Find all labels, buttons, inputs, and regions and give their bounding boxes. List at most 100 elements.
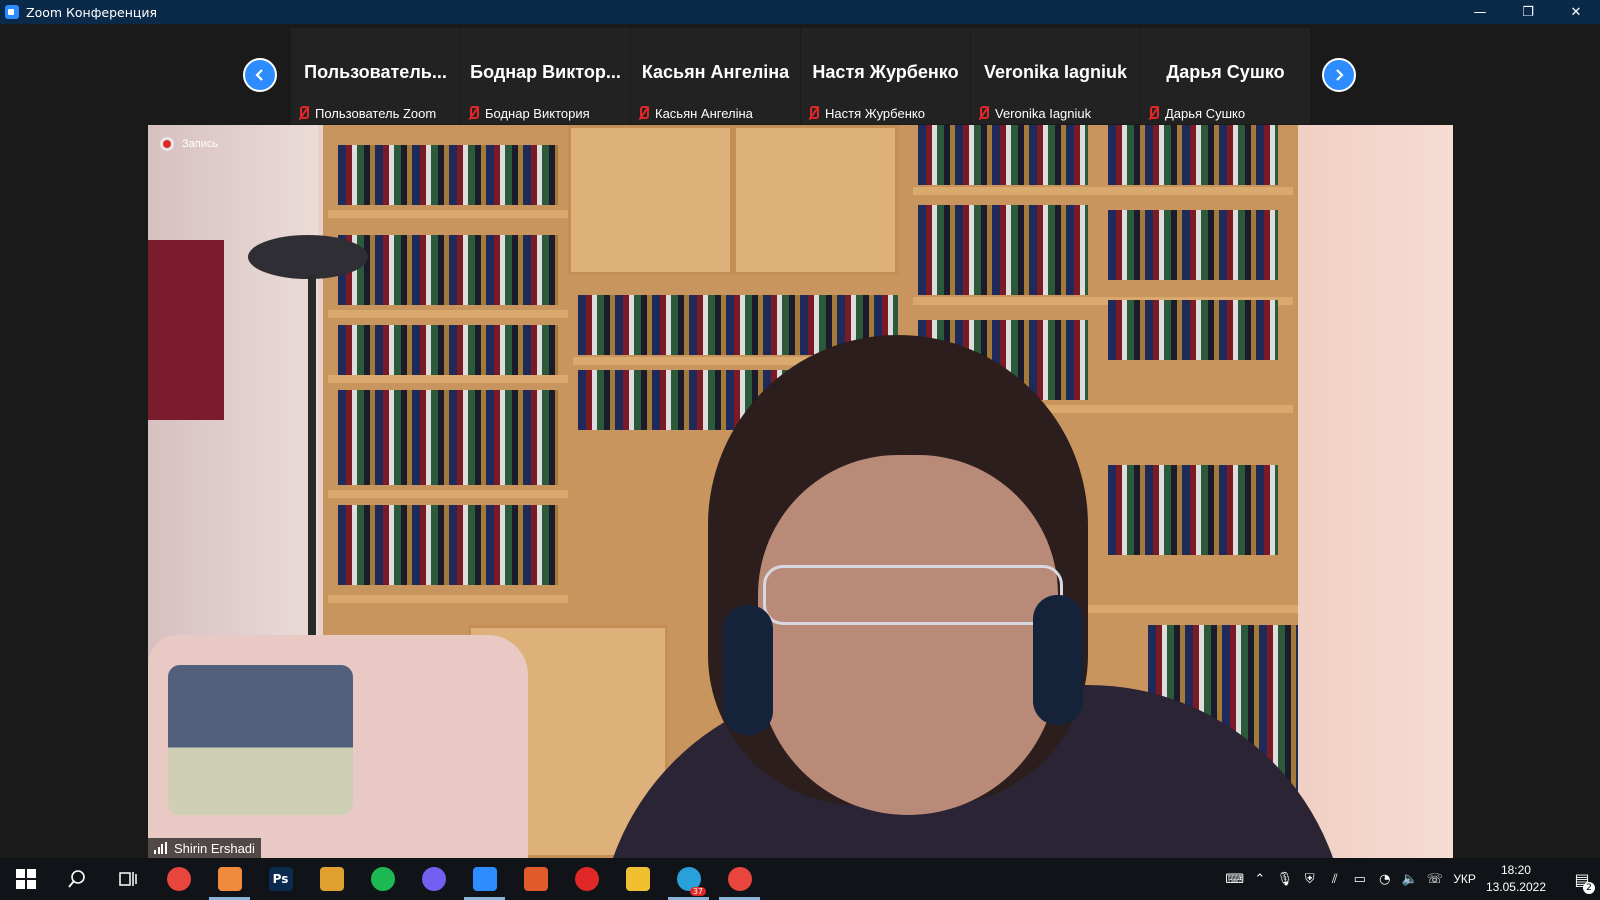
spotify-icon [370,867,395,891]
wifi-icon[interactable]: ◔ [1372,858,1397,900]
books [338,235,558,305]
books [918,205,1088,295]
search-icon [67,870,85,888]
file-explorer-icon [625,867,650,891]
speaker-glasses [763,565,1063,625]
notifications-button[interactable]: ▤ 2 [1564,858,1600,900]
participant-tile[interactable]: Касьян Ангеліна Касьян Ангеліна [631,28,801,124]
security-icon[interactable]: ⛨ [1297,858,1322,900]
record-icon [160,137,174,151]
wall-hanging [148,240,224,420]
participant-display-name: Veronika Iagniuk [983,62,1128,82]
participant-display-name: Настя Журбенко [812,62,959,82]
books [1108,125,1278,185]
task-view-icon [118,872,137,886]
taskbar-app-zoom[interactable] [459,858,510,900]
taskbar-app-viber[interactable] [408,858,459,900]
restore-button[interactable]: ❐ [1504,0,1552,24]
title-bar: Zoom Конференция — ❐ ✕ [0,0,1600,24]
headphones-right [1033,595,1083,725]
next-page-button[interactable] [1322,58,1356,92]
taskbar-app-file-explorer[interactable] [612,858,663,900]
speaker-face [758,455,1058,815]
taskbar-app-app-stripes[interactable] [510,858,561,900]
participant-name: Боднар Виктория [485,105,590,121]
participant-display-name: Пользователь... [304,62,447,82]
search-button[interactable] [51,858,102,900]
recording-label: Запись [182,138,219,150]
windows-icon [15,869,36,889]
system-tray: ⌨ ⌃ 🎙 ⛨ ⫽ ▭ ◔ 🔈 ☏ УКР 18:20 13.05.2022 ▤… [1222,858,1600,900]
photoshop-icon: Ps [268,867,293,891]
participant-tiles: Пользователь... Пользователь Zoom Боднар В… [291,28,1311,124]
battery-icon[interactable]: ▭ [1347,858,1372,900]
clock-time: 18:20 [1500,863,1531,877]
participant-strip: Пользователь... Пользователь Zoom Боднар В… [0,24,1600,124]
cabinet-door-right [733,125,898,275]
books [918,125,1088,185]
participant-tile[interactable]: Дарья Сушко Дарья Сушко [1141,28,1311,124]
books [1108,465,1278,555]
cabinet-door-left [568,125,733,275]
shelf [328,210,568,218]
taskbar-app-app-yellow[interactable] [306,858,357,900]
wall-right [1298,125,1453,858]
active-speaker-video[interactable]: Запись Shirin Ershadi [148,125,1453,858]
app-yellow-icon [319,867,344,891]
taskbar-app-telegram[interactable]: 37 [663,858,714,900]
viber-tray-icon[interactable]: ☏ [1422,858,1447,900]
chrome-2-icon [727,867,752,891]
signal-strength-icon [154,842,168,854]
volume-icon[interactable]: 🔈 [1397,858,1422,900]
participant-tile[interactable]: Veronika Iagniuk Veronika Iagniuk [971,28,1141,124]
recorder-icon [574,867,599,891]
window-title: Zoom Конференция [26,4,158,20]
participant-tile[interactable]: Пользователь... Пользователь Zoom [291,28,461,124]
muted-mic-icon [807,106,819,120]
start-button[interactable] [0,858,51,900]
clock[interactable]: 18:20 13.05.2022 [1486,862,1546,896]
participant-name: Пользователь Zoom [315,105,437,121]
books [338,325,558,375]
pinned-apps: Ps 37 [153,858,765,900]
taskbar-app-chrome-2[interactable] [714,858,765,900]
floor-lamp-shade [248,235,368,279]
participant-display-name: Дарья Сушко [1166,62,1285,82]
participant-name: Настя Журбенко [825,105,925,121]
minimize-button[interactable]: — [1456,0,1504,24]
shelf [328,595,568,603]
app-stripes-icon [523,867,548,891]
participant-name: Veronika Iagniuk [995,105,1092,121]
muted-mic-icon [637,106,649,120]
clock-date: 13.05.2022 [1485,880,1546,894]
taskbar-app-recorder[interactable] [561,858,612,900]
muted-mic-icon [297,106,309,120]
muted-mic-icon [1147,106,1159,120]
task-view-button[interactable] [102,858,153,900]
speaker-name-tag: Shirin Ershadi [148,838,261,858]
taskbar-app-photoshop[interactable]: Ps [255,858,306,900]
show-hidden-icons-icon[interactable]: ⌃ [1247,858,1272,900]
windows-taskbar: Ps 37 ⌨ ⌃ 🎙 ⛨ ⫽ ▭ ◔ 🔈 ☏ УКР 18:20 13.05.2… [0,858,1600,900]
participant-label: Настя Журбенко [807,104,925,122]
zoom-app-icon [5,5,19,19]
close-button[interactable]: ✕ [1552,0,1600,24]
shelf [328,490,568,498]
app-orange-icon [217,867,242,891]
app-tray-icon[interactable]: ⫽ [1322,858,1347,900]
unread-badge: 37 [689,887,706,896]
zoom-icon [472,867,497,891]
participant-tile[interactable]: Настя Журбенко Настя Журбенко [801,28,971,124]
taskbar-app-spotify[interactable] [357,858,408,900]
microphone-icon[interactable]: 🎙 [1272,858,1297,900]
previous-page-button[interactable] [243,58,277,92]
participant-label: Боднар Виктория [467,104,590,122]
notification-count: 2 [1583,882,1595,894]
input-language[interactable]: УКР [1453,872,1476,886]
chevron-left-icon [255,69,263,81]
keyboard-icon[interactable]: ⌨ [1222,858,1247,900]
taskbar-app-app-orange[interactable] [204,858,255,900]
participant-label: Дарья Сушко [1147,104,1245,122]
taskbar-app-chrome[interactable] [153,858,204,900]
participant-tile[interactable]: Боднар Виктор... Боднар Виктория [461,28,631,124]
